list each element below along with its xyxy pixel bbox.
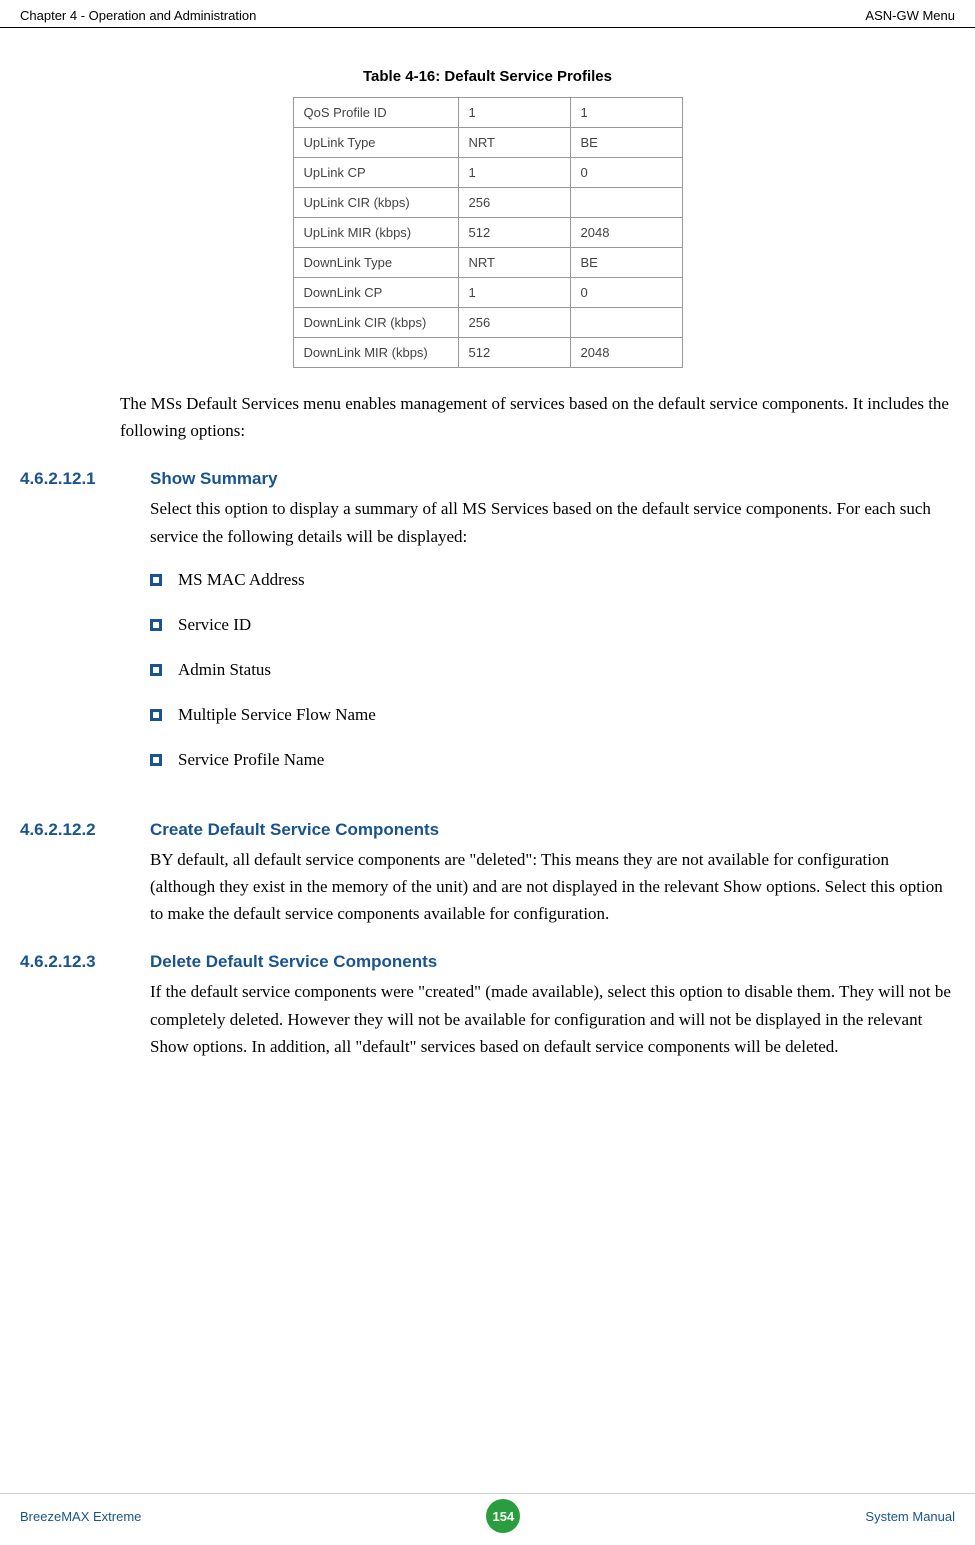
table-caption: Table 4-16: Default Service Profiles [20, 68, 955, 85]
page-header: Chapter 4 - Operation and Administration… [0, 0, 975, 28]
section-body: Show Summary Select this option to displ… [150, 469, 955, 794]
table-row: QoS Profile ID 1 1 [293, 98, 682, 128]
table-cell: QoS Profile ID [293, 98, 458, 128]
list-item: Multiple Service Flow Name [150, 705, 955, 725]
table-row: DownLink CIR (kbps) 256 [293, 308, 682, 338]
table-cell: 1 [458, 158, 570, 188]
footer-right: System Manual [865, 1509, 955, 1524]
table-cell: 1 [570, 98, 682, 128]
table-cell: 512 [458, 338, 570, 368]
table-cell: DownLink MIR (kbps) [293, 338, 458, 368]
table-cell: NRT [458, 128, 570, 158]
table-cell: NRT [458, 248, 570, 278]
table-cell: DownLink CP [293, 278, 458, 308]
list-item-label: Service ID [178, 615, 251, 635]
table-row: DownLink CP 1 0 [293, 278, 682, 308]
page-number-badge: 154 [486, 1499, 520, 1533]
page-content: Table 4-16: Default Service Profiles QoS… [0, 68, 975, 1060]
table-row: UpLink Type NRT BE [293, 128, 682, 158]
section-number: 4.6.2.12.2 [20, 820, 150, 928]
list-item-label: MS MAC Address [178, 570, 305, 590]
list-item: Service ID [150, 615, 955, 635]
bullet-list: MS MAC Address Service ID Admin Status M… [150, 570, 955, 770]
table-cell: UpLink Type [293, 128, 458, 158]
intro-text: The MSs Default Services menu enables ma… [120, 390, 955, 444]
header-left: Chapter 4 - Operation and Administration [20, 8, 256, 23]
section-title: Delete Default Service Components [150, 952, 955, 972]
section-title: Show Summary [150, 469, 955, 489]
table-cell: 2048 [570, 338, 682, 368]
section-delete-default: 4.6.2.12.3 Delete Default Service Compon… [20, 952, 955, 1060]
footer-left: BreezeMAX Extreme [20, 1509, 141, 1524]
table-cell: 0 [570, 278, 682, 308]
list-item-label: Multiple Service Flow Name [178, 705, 376, 725]
section-number: 4.6.2.12.3 [20, 952, 150, 1060]
section-title: Create Default Service Components [150, 820, 955, 840]
section-body: Create Default Service Components BY def… [150, 820, 955, 928]
section-number: 4.6.2.12.1 [20, 469, 150, 794]
table-row: UpLink CIR (kbps) 256 [293, 188, 682, 218]
table-cell [570, 308, 682, 338]
bullet-icon [150, 709, 162, 721]
table-cell [570, 188, 682, 218]
list-item-label: Admin Status [178, 660, 271, 680]
table-cell: 256 [458, 308, 570, 338]
bullet-icon [150, 664, 162, 676]
section-show-summary: 4.6.2.12.1 Show Summary Select this opti… [20, 469, 955, 794]
table-cell: 1 [458, 278, 570, 308]
table-row: UpLink MIR (kbps) 512 2048 [293, 218, 682, 248]
list-item: MS MAC Address [150, 570, 955, 590]
table-cell: UpLink MIR (kbps) [293, 218, 458, 248]
list-item: Service Profile Name [150, 750, 955, 770]
table-cell: BE [570, 128, 682, 158]
table-row: DownLink MIR (kbps) 512 2048 [293, 338, 682, 368]
section-text: Select this option to display a summary … [150, 495, 955, 549]
table-cell: UpLink CP [293, 158, 458, 188]
profiles-table: QoS Profile ID 1 1 UpLink Type NRT BE Up… [293, 97, 683, 368]
page-footer: BreezeMAX Extreme 154 System Manual [0, 1493, 975, 1533]
bullet-icon [150, 619, 162, 631]
footer-inner: BreezeMAX Extreme 154 System Manual [20, 1494, 955, 1533]
table-cell: 2048 [570, 218, 682, 248]
bullet-icon [150, 574, 162, 586]
table-cell: BE [570, 248, 682, 278]
header-right: ASN-GW Menu [865, 8, 955, 23]
bullet-icon [150, 754, 162, 766]
section-text: BY default, all default service componen… [150, 846, 955, 928]
table-cell: UpLink CIR (kbps) [293, 188, 458, 218]
table-cell: 256 [458, 188, 570, 218]
table-row: DownLink Type NRT BE [293, 248, 682, 278]
list-item-label: Service Profile Name [178, 750, 324, 770]
section-create-default: 4.6.2.12.2 Create Default Service Compon… [20, 820, 955, 928]
section-body: Delete Default Service Components If the… [150, 952, 955, 1060]
section-text: If the default service components were "… [150, 978, 955, 1060]
table-row: UpLink CP 1 0 [293, 158, 682, 188]
table-cell: 512 [458, 218, 570, 248]
table-cell: DownLink CIR (kbps) [293, 308, 458, 338]
list-item: Admin Status [150, 660, 955, 680]
table-cell: 1 [458, 98, 570, 128]
table-cell: DownLink Type [293, 248, 458, 278]
table-cell: 0 [570, 158, 682, 188]
